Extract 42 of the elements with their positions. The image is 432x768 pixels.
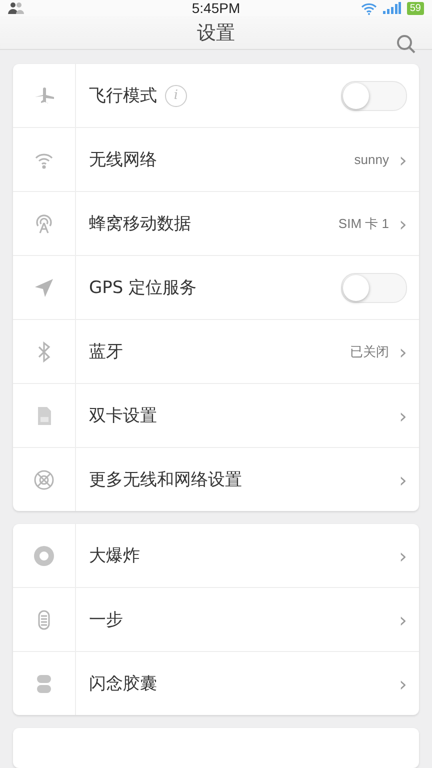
setting-label: 无线网络 xyxy=(89,149,157,171)
setting-label: 飞行模式 xyxy=(89,85,157,107)
setting-label: GPS 定位服务 xyxy=(89,277,197,299)
burst-circle-icon xyxy=(32,544,56,568)
chevron-icon: › xyxy=(399,150,407,170)
setting-value: sunny xyxy=(354,152,389,167)
chevron-icon: › xyxy=(399,470,407,490)
settings-row[interactable]: 双卡设置 › xyxy=(13,383,419,447)
settings-row[interactable]: 更多无线和网络设置 › xyxy=(13,447,419,511)
setting-label: 大爆炸 xyxy=(89,545,140,567)
search-button[interactable] xyxy=(394,32,418,56)
page-title: 设置 xyxy=(197,20,235,46)
battery-level: 59 xyxy=(406,2,424,14)
settings-row[interactable]: 蓝牙 已关闭 › xyxy=(13,319,419,383)
settings-row[interactable]: 飞行模式 i xyxy=(13,64,419,127)
chevron-icon: › xyxy=(399,342,407,362)
setting-label: 蜂窝移动数据 xyxy=(89,213,191,235)
settings-row[interactable]: 闪念胶囊 › xyxy=(13,651,419,715)
setting-value: 已关闭 xyxy=(350,342,389,360)
crossed-circle-icon xyxy=(32,468,56,492)
contacts-icon xyxy=(8,2,24,14)
settings-row[interactable]: 蜂窝移动数据 SIM 卡 1 › xyxy=(13,191,419,255)
chevron-icon: › xyxy=(399,546,407,566)
clock-time: 5:45PM xyxy=(192,0,240,16)
setting-label: 更多无线和网络设置 xyxy=(89,469,242,491)
chevron-icon: › xyxy=(399,610,407,630)
settings-row[interactable]: 无线网络 sunny › xyxy=(13,127,419,191)
setting-label: 闪念胶囊 xyxy=(89,673,157,695)
setting-label: 蓝牙 xyxy=(89,341,123,363)
setting-label: 一步 xyxy=(89,609,123,631)
chevron-icon: › xyxy=(399,406,407,426)
wifi-icon xyxy=(360,2,377,14)
settings-row[interactable]: GPS 定位服务 xyxy=(13,255,419,319)
settings-row[interactable]: 大爆炸 › xyxy=(13,524,419,587)
signal-icon xyxy=(382,2,401,14)
setting-label: 双卡设置 xyxy=(89,405,157,427)
toggle-switch[interactable] xyxy=(341,80,407,110)
chevron-icon: › xyxy=(399,214,407,234)
chevron-icon: › xyxy=(399,674,407,694)
toggle-switch[interactable] xyxy=(341,272,407,302)
settings-row[interactable]: 一步 › xyxy=(13,587,419,651)
setting-value: SIM 卡 1 xyxy=(338,214,389,232)
